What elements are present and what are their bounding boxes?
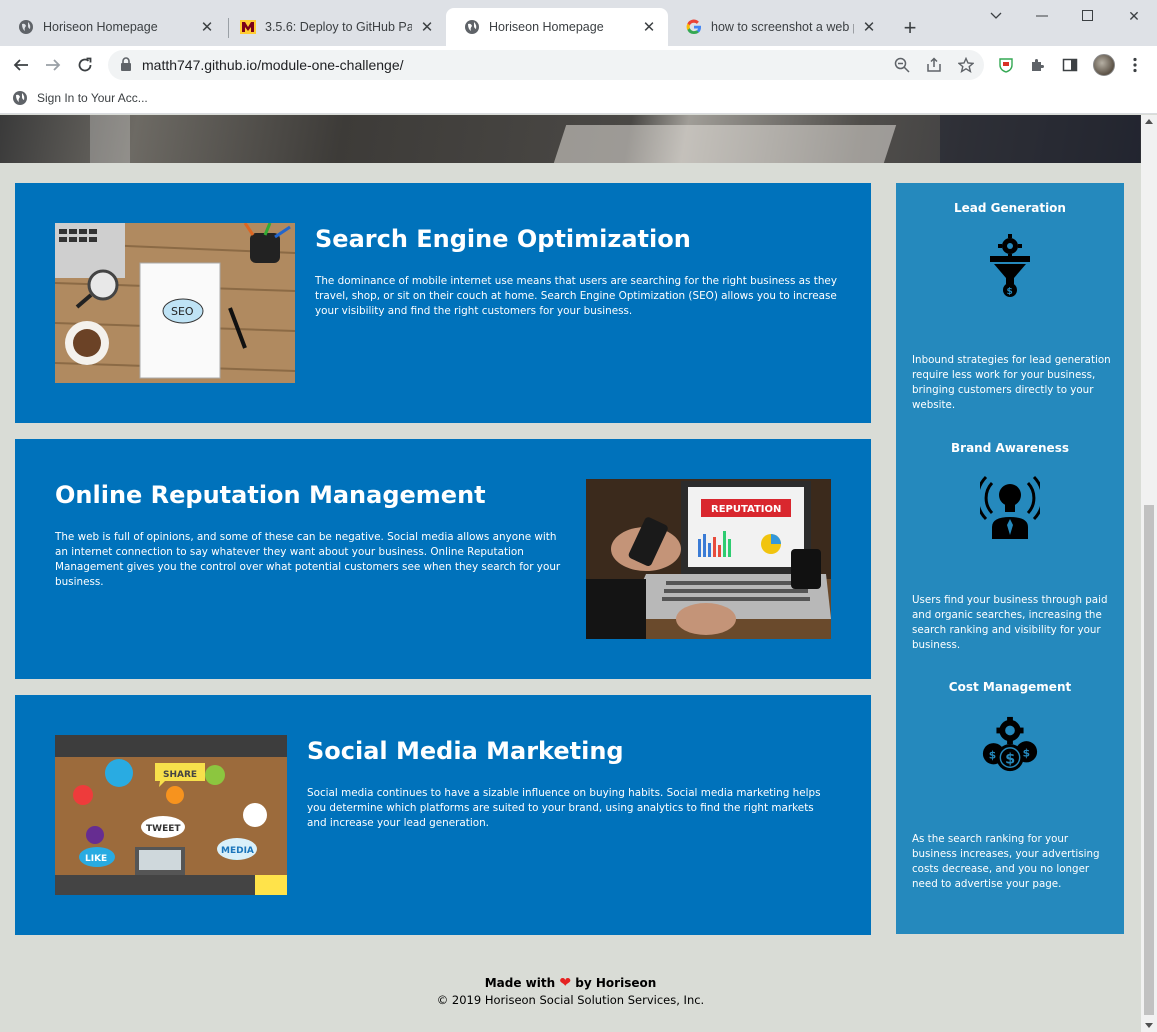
close-tab-icon[interactable]: ✕: [198, 18, 216, 36]
hero-image: [0, 115, 1141, 163]
tab-title: Horiseon Homepage: [43, 20, 158, 34]
tab-title: Horiseon Homepage: [489, 20, 604, 34]
tab-strip: Horiseon Homepage ✕ 3.5.6: Deploy to Git…: [0, 0, 1157, 46]
svg-text:$: $: [989, 749, 996, 762]
tab-title: 3.5.6: Deploy to GitHub Pages: [265, 20, 412, 34]
browser-toolbar: matth747.github.io/module-one-challenge/: [0, 46, 1157, 84]
benefit-title: Lead Generation: [954, 201, 1066, 215]
bookmark-star-icon[interactable]: [956, 55, 976, 75]
reload-icon[interactable]: [73, 53, 97, 77]
university-m-icon: [240, 19, 256, 35]
share-icon[interactable]: [924, 55, 944, 75]
page-footer: Made with ❤ by Horiseon © 2019 Horiseon …: [0, 975, 1141, 1007]
hero-detail: [553, 125, 897, 163]
tab-deploy-github[interactable]: 3.5.6: Deploy to GitHub Pages ✕: [222, 8, 446, 46]
extension-shield-icon[interactable]: [996, 55, 1016, 75]
zoom-icon[interactable]: [892, 55, 912, 75]
svg-text:SEO: SEO: [171, 305, 194, 318]
hero-detail: [940, 115, 1140, 163]
globe-icon: [464, 19, 480, 35]
close-tab-icon[interactable]: ✕: [640, 18, 658, 36]
reputation-caption: REPUTATION: [711, 504, 781, 515]
made-with-prefix: Made with: [484, 976, 556, 990]
seo-text: The dominance of mobile internet use mea…: [315, 275, 837, 317]
maximize-icon[interactable]: [1076, 6, 1100, 26]
made-with-suffix: by Horiseon: [575, 976, 657, 990]
benefit-title: Brand Awareness: [951, 441, 1069, 455]
scrollbar-thumb[interactable]: [1144, 505, 1154, 1015]
heart-icon: ❤: [559, 975, 572, 991]
reputation-title: Online Reputation Management: [55, 481, 486, 509]
lock-icon[interactable]: [120, 57, 132, 76]
new-tab-button[interactable]: +: [898, 17, 922, 41]
tab-horiseon-1[interactable]: Horiseon Homepage ✕: [0, 8, 226, 46]
benefit-text: Users find your business through paid an…: [912, 594, 1108, 651]
reputation-laptop-image: REPUTATION: [586, 479, 831, 639]
close-tab-icon[interactable]: ✕: [860, 18, 878, 36]
lightbulb-person-icon: [980, 471, 1040, 541]
page-viewport: SEO Search Engine Optimization The domin…: [0, 115, 1141, 1032]
forward-arrow-icon[interactable]: [41, 53, 65, 77]
tab-search-chevron-icon[interactable]: [984, 6, 1008, 26]
bookmarks-bar: Sign In to Your Acc...: [0, 84, 1157, 114]
scroll-up-arrow-icon[interactable]: [1145, 119, 1153, 124]
seo-title: Search Engine Optimization: [315, 225, 691, 253]
made-with-line: Made with ❤ by Horiseon: [0, 975, 1141, 991]
profile-avatar[interactable]: [1093, 54, 1115, 76]
benefit-text: Inbound strategies for lead generation r…: [912, 354, 1111, 411]
reputation-text: The web is full of opinions, and some of…: [55, 531, 561, 588]
page-scrollbar[interactable]: [1141, 115, 1157, 1032]
share-word: SHARE: [163, 770, 197, 780]
copyright: © 2019 Horiseon Social Solution Services…: [436, 993, 705, 1007]
back-arrow-icon[interactable]: [9, 53, 33, 77]
google-g-icon: [686, 19, 702, 35]
close-window-icon[interactable]: ✕: [1122, 6, 1146, 26]
scroll-down-arrow-icon[interactable]: [1145, 1023, 1153, 1028]
benefits-aside: Lead Generation $ Inbound strategies for: [896, 183, 1124, 934]
social-text: Social media continues to have a sizable…: [307, 787, 821, 829]
bookmark-sign-in[interactable]: Sign In to Your Acc...: [12, 90, 148, 106]
seo-section: SEO Search Engine Optimization The domin…: [15, 183, 871, 423]
social-media-table-image: SHARE TWEET LIKE MEDIA: [55, 735, 287, 895]
svg-text:$: $: [1005, 751, 1015, 767]
benefit-text: As the search ranking for your business …: [912, 833, 1100, 890]
benefit-title: Cost Management: [948, 680, 1072, 694]
funnel-dollar-icon: $: [980, 231, 1040, 301]
minimize-icon[interactable]: [1030, 6, 1054, 26]
svg-text:$: $: [1023, 747, 1030, 760]
like-word: LIKE: [85, 854, 107, 864]
globe-icon: [18, 19, 34, 35]
benefit-brand-awareness: Brand Awareness Users find your business…: [896, 441, 1124, 651]
bookmark-label: Sign In to Your Acc...: [37, 91, 148, 105]
reputation-section: Online Reputation Management The web is …: [15, 439, 871, 679]
media-word: MEDIA: [221, 846, 254, 856]
svg-text:$: $: [1007, 287, 1013, 297]
benefit-lead-generation: Lead Generation $ Inbound strategies for: [896, 201, 1124, 411]
social-title: Social Media Marketing: [307, 737, 624, 765]
tweet-word: TWEET: [146, 824, 181, 834]
tab-title: how to screenshot a web page: [711, 20, 854, 34]
address-bar[interactable]: matth747.github.io/module-one-challenge/: [108, 50, 984, 80]
social-section: SHARE TWEET LIKE MEDIA Social Media Mark…: [15, 695, 871, 935]
seo-notebook-image: SEO: [55, 223, 295, 383]
tab-google-search[interactable]: how to screenshot a web page ✕: [668, 8, 888, 46]
globe-icon: [12, 90, 28, 106]
url-text[interactable]: matth747.github.io/module-one-challenge/: [142, 57, 404, 73]
extensions-puzzle-icon[interactable]: [1028, 55, 1048, 75]
benefit-cost-management: Cost Management $ $ $ As the search rank…: [896, 680, 1124, 890]
hero-detail: [90, 115, 130, 163]
more-menu-icon[interactable]: [1125, 55, 1145, 75]
tab-horiseon-active[interactable]: Horiseon Homepage ✕: [446, 8, 668, 46]
close-tab-icon[interactable]: ✕: [418, 18, 436, 36]
coins-gear-icon: $ $ $: [980, 710, 1040, 780]
side-panel-icon[interactable]: [1060, 55, 1080, 75]
